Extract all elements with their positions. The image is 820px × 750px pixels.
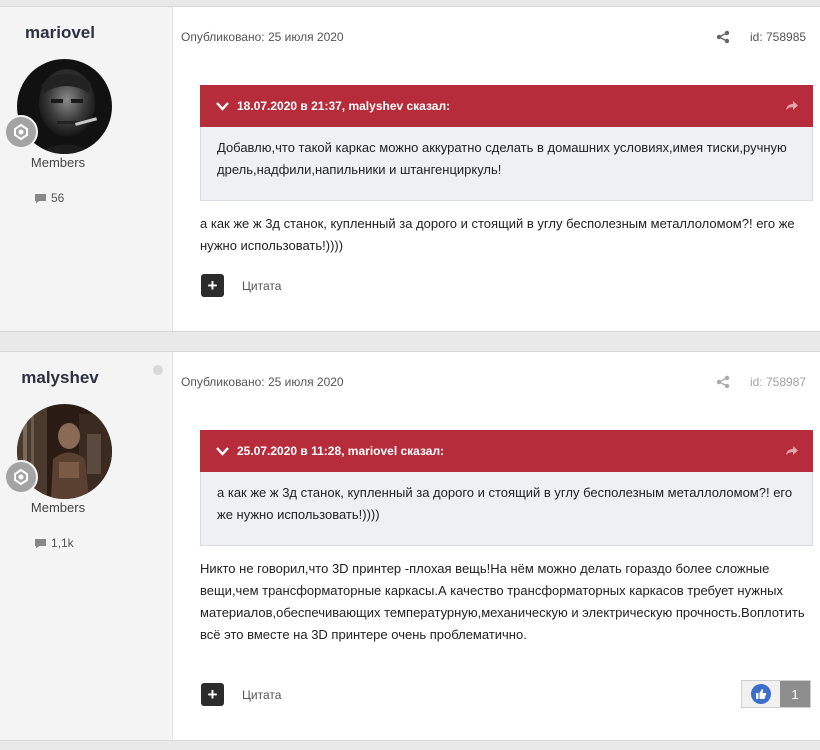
rank-badge-icon [4, 115, 38, 149]
share-icon[interactable] [716, 30, 730, 44]
reply-arrow-icon[interactable] [785, 444, 799, 456]
quote-citation: 18.07.2020 в 21:37, malyshev сказал: [237, 99, 451, 113]
quote-citation: 25.07.2020 в 11:28, mariovel сказал: [237, 444, 445, 458]
multiquote-button[interactable]: + [201, 683, 224, 706]
post-id[interactable]: id: 758987 [750, 375, 806, 389]
comment-icon [35, 538, 46, 548]
member-group: Members [30, 155, 86, 170]
post-body: а как же ж 3д станок, купленный за дорог… [200, 216, 795, 253]
like-reaction[interactable] [742, 681, 780, 707]
comment-icon [35, 193, 46, 203]
rank-badge-icon [4, 460, 38, 494]
chevron-down-icon[interactable] [216, 446, 229, 456]
author-panel: malyshev Members 1,1k [0, 352, 173, 740]
reaction-count: 1 [780, 681, 810, 707]
quote-body: Добавлю,что такой каркас можно аккуратно… [200, 127, 813, 201]
published-date[interactable]: Опубликовано: 25 июля 2020 [181, 30, 344, 44]
post-body: Никто не говорил,что 3D принтер -плохая … [200, 561, 805, 642]
member-group: Members [30, 500, 86, 515]
like-icon [751, 684, 771, 704]
post-count-value: 1,1k [51, 536, 74, 550]
quote-button[interactable]: Цитата [242, 279, 281, 293]
author-panel: mariovel Members 56 [0, 7, 173, 331]
forum-post: malyshev Members 1,1k Опубликовано: 25 и [0, 351, 820, 741]
post-count-value: 56 [51, 191, 65, 205]
quote-header[interactable]: 18.07.2020 в 21:37, malyshev сказал: [200, 85, 813, 127]
quote-button[interactable]: Цитата [242, 688, 281, 702]
post-id[interactable]: id: 758985 [750, 30, 806, 44]
quote-header[interactable]: 25.07.2020 в 11:28, mariovel сказал: [200, 430, 813, 472]
reaction-summary[interactable]: 1 [741, 680, 811, 708]
published-date[interactable]: Опубликовано: 25 июля 2020 [181, 375, 344, 389]
author-name[interactable]: mariovel [0, 23, 120, 43]
share-icon[interactable] [716, 375, 730, 389]
post-count: 1,1k [34, 536, 74, 550]
forum-post: mariovel Members 56 Опубликовано: 25 июл… [0, 6, 820, 332]
post-count: 56 [34, 191, 64, 205]
reply-arrow-icon[interactable] [785, 99, 799, 111]
chevron-down-icon[interactable] [216, 101, 229, 111]
quote-body: а как же ж 3д станок, купленный за дорог… [200, 472, 813, 546]
author-name[interactable]: malyshev [0, 368, 120, 388]
online-indicator-icon [153, 365, 163, 375]
multiquote-button[interactable]: + [201, 274, 224, 297]
